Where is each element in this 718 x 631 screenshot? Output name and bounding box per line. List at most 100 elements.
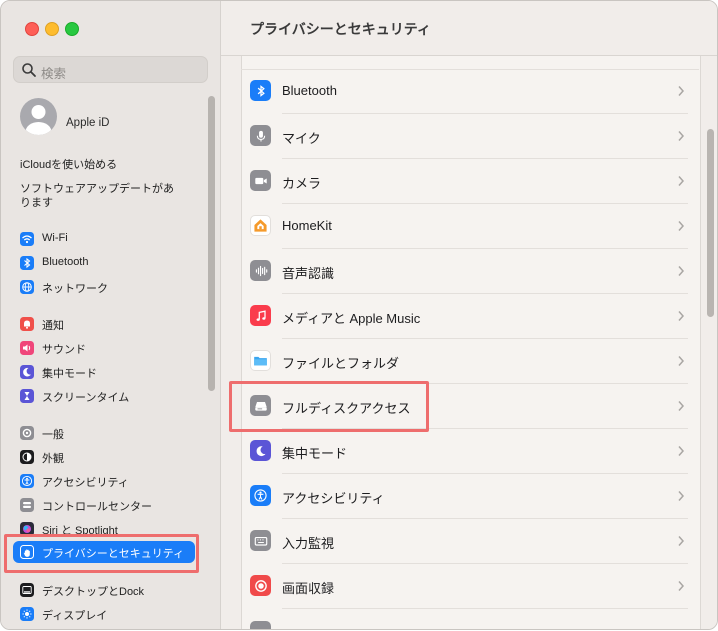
record-icon	[250, 575, 271, 596]
sidebar-item-label: Bluetooth	[42, 256, 89, 268]
accessibility-icon	[20, 474, 34, 488]
sidebar-scrollbar[interactable]	[208, 96, 215, 391]
list-item-label: メディアと Apple Music	[282, 311, 421, 326]
display-icon	[20, 607, 34, 621]
sidebar-item-label: アクセシビリティ	[42, 477, 129, 489]
chevron-right-icon	[678, 356, 685, 366]
list-item-focus[interactable]: 集中モード	[241, 429, 698, 474]
list-item-accessibility[interactable]: アクセシビリティ	[241, 474, 698, 519]
moon-icon	[250, 440, 271, 461]
minimize-window-button[interactable]	[45, 22, 59, 36]
moon-icon	[20, 365, 34, 379]
wifi-icon	[20, 232, 34, 246]
list-item-label: 音声認識	[282, 266, 335, 281]
list-item-label: アクセシビリティ	[282, 491, 385, 506]
globe-icon	[20, 280, 34, 294]
sidebar-item-label: 集中モード	[42, 368, 97, 380]
list-item-speech-recognition[interactable]: 音声認識	[241, 249, 698, 294]
list-item-label: マイク	[282, 131, 321, 146]
avatar	[20, 98, 57, 135]
sidebar-item-control-center[interactable]: コントロールセンター	[13, 494, 195, 516]
list-top-row-fragment	[241, 56, 699, 70]
main-scrollbar[interactable]	[707, 129, 714, 317]
search-field[interactable]: 検索	[13, 56, 208, 83]
sidebar-item-label: デスクトップとDock	[42, 586, 145, 598]
chevron-right-icon	[678, 86, 685, 96]
list-item-label: カメラ	[282, 176, 322, 191]
sidebar-item-focus[interactable]: 集中モード	[13, 361, 195, 383]
list-item-label: Bluetooth	[282, 83, 337, 98]
list-item-screen-recording[interactable]: 画面収録	[241, 564, 698, 609]
sidebar-item-appearance[interactable]: 外観	[13, 446, 195, 468]
row-highlight-annotation	[229, 381, 429, 432]
chevron-right-icon	[678, 491, 685, 501]
chevron-right-icon	[678, 176, 685, 186]
sidebar-item-label: スクリーンタイム	[42, 392, 130, 404]
sidebar-item-display[interactable]: ディスプレイ	[13, 603, 195, 625]
sidebar-item-label: Wi-Fi	[42, 232, 68, 244]
software-update-line-1: ソフトウェアアップデートがあ	[20, 183, 174, 195]
accessibility-icon	[250, 485, 271, 506]
sidebar-item-label: ディスプレイ	[42, 610, 108, 622]
close-window-button[interactable]	[25, 22, 39, 36]
bell-icon	[20, 317, 34, 331]
speaker-icon	[20, 341, 34, 355]
sidebar-item-label: コントロールセンター	[42, 501, 152, 513]
chevron-right-icon	[678, 446, 685, 456]
list-item-media-apple-music[interactable]: メディアと Apple Music	[241, 294, 698, 339]
chevron-right-icon	[678, 401, 685, 411]
icloud-link[interactable]: iCloudを使い始める	[20, 158, 117, 172]
sidebar-item-desktop-dock[interactable]: デスクトップとDock	[13, 579, 195, 601]
settings-window: 検索 Apple iD iCloudを使い始める ソフトウェアアップデートがあ …	[0, 0, 718, 630]
dock-icon	[20, 583, 34, 597]
camera-icon	[250, 170, 271, 191]
list-item-label: ファイルとフォルダ	[282, 356, 400, 371]
chevron-right-icon	[678, 266, 685, 276]
list-item-microphone[interactable]: マイク	[241, 114, 698, 159]
sidebar-item-sound[interactable]: サウンド	[13, 337, 195, 359]
sidebar-item-bluetooth[interactable]: Bluetooth	[13, 252, 195, 274]
title-bar: プライバシーとセキュリティ	[221, 1, 717, 56]
page-title: プライバシーとセキュリティ	[250, 21, 431, 37]
chevron-right-icon	[678, 581, 685, 591]
sidebar-item-label: 通知	[42, 320, 64, 332]
sidebar-item-label: 外観	[42, 453, 64, 465]
list-item-bluetooth[interactable]: Bluetooth	[241, 69, 698, 114]
bluetooth-icon	[250, 80, 271, 101]
sidebar: 検索 Apple iD iCloudを使い始める ソフトウェアアップデートがあ …	[1, 1, 221, 629]
partial-row-icon	[250, 621, 271, 629]
divider	[282, 608, 688, 609]
apple-id-row[interactable]: Apple iD	[20, 97, 200, 137]
list-item-input-monitoring[interactable]: 入力監視	[241, 519, 698, 564]
hourglass-icon	[20, 389, 34, 403]
home-icon	[250, 215, 271, 236]
apple-id-label: Apple iD	[66, 117, 110, 129]
waveform-icon	[250, 260, 271, 281]
appearance-icon	[20, 450, 34, 464]
sidebar-item-wifi[interactable]: Wi-Fi	[13, 228, 195, 250]
software-update-line-2: ります	[20, 197, 53, 209]
zoom-window-button[interactable]	[65, 22, 79, 36]
software-update-link[interactable]: ソフトウェアアップデートがあ ります	[20, 182, 174, 210]
control-center-icon	[20, 498, 34, 512]
folder-icon	[250, 350, 271, 371]
sidebar-item-accessibility[interactable]: アクセシビリティ	[13, 470, 195, 492]
chevron-right-icon	[678, 221, 685, 231]
keyboard-icon	[250, 530, 271, 551]
sidebar-item-general[interactable]: 一般	[13, 422, 195, 444]
sidebar-item-screen-time[interactable]: スクリーンタイム	[13, 385, 195, 407]
sidebar-item-label: 一般	[42, 429, 64, 441]
gear-icon	[20, 426, 34, 440]
list-item-homekit[interactable]: HomeKit	[241, 204, 698, 249]
chevron-right-icon	[678, 536, 685, 546]
list-item-label: HomeKit	[282, 218, 332, 233]
list-item-camera[interactable]: カメラ	[241, 159, 698, 204]
person-icon	[25, 105, 52, 135]
sidebar-item-notifications[interactable]: 通知	[13, 313, 195, 335]
bluetooth-icon	[20, 256, 34, 270]
list-item-files-folders[interactable]: ファイルとフォルダ	[241, 339, 698, 384]
sidebar-item-label: サウンド	[42, 344, 86, 356]
list-item-label: 画面収録	[282, 581, 335, 596]
sidebar-item-label: ネットワーク	[42, 283, 108, 295]
sidebar-item-network[interactable]: ネットワーク	[13, 276, 195, 298]
